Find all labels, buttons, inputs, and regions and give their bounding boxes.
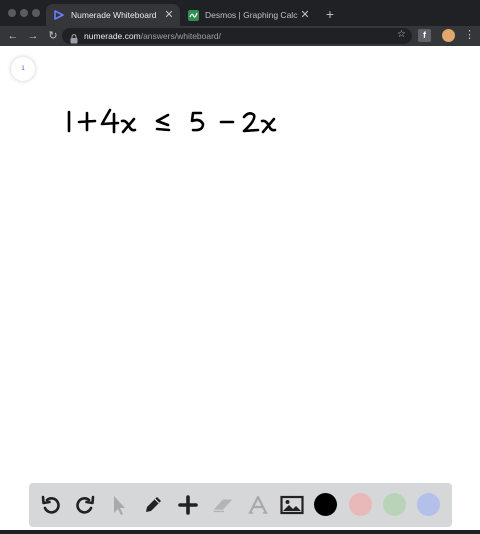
page-number-badge[interactable]: 1	[11, 57, 35, 81]
color-swatch-green[interactable]	[383, 493, 406, 516]
pointer-icon[interactable]	[106, 493, 130, 517]
new-tab-button[interactable]: +	[322, 6, 338, 22]
back-button[interactable]: ←	[6, 29, 20, 43]
close-tab-icon[interactable]: ✕	[162, 8, 176, 22]
tab-title: Numerade Whiteboard	[71, 10, 157, 20]
tab-numerade-whiteboard[interactable]: Numerade Whiteboard ✕	[46, 4, 180, 26]
numerade-logo-icon	[53, 9, 65, 21]
tab-desmos[interactable]: Desmos | Graphing Calculator ✕	[180, 4, 316, 26]
window-bottom-edge	[0, 530, 480, 534]
color-swatch-red[interactable]	[349, 493, 372, 516]
color-swatch-black[interactable]	[314, 493, 337, 516]
handwritten-equation	[67, 108, 277, 134]
tab-strip: Numerade Whiteboard ✕ Desmos | Graphing …	[0, 0, 480, 26]
url-path: /answers/whiteboard/	[140, 31, 222, 41]
bookmark-star-icon[interactable]: ☆	[397, 29, 406, 40]
url-host: numerade.com	[84, 31, 141, 41]
address-bar[interactable]: numerade.com/answers/whiteboard/ ☆	[62, 28, 412, 44]
tab-title: Desmos | Graphing Calculator	[205, 10, 298, 20]
facebook-extension-icon[interactable]: f	[418, 29, 431, 42]
pen-icon[interactable]	[141, 493, 165, 517]
reload-button[interactable]: ↻	[46, 29, 60, 43]
whiteboard-canvas[interactable]: 1	[0, 46, 480, 530]
browser-window: Numerade Whiteboard ✕ Desmos | Graphing …	[0, 0, 480, 534]
close-window-button[interactable]	[8, 9, 16, 17]
forward-button[interactable]: →	[26, 29, 40, 43]
text-icon[interactable]	[246, 493, 270, 517]
lock-icon	[70, 31, 78, 44]
image-icon[interactable]	[280, 493, 304, 517]
eraser-icon[interactable]	[211, 493, 235, 517]
drawing-toolbar	[29, 483, 452, 527]
minimize-window-button[interactable]	[20, 9, 28, 17]
color-swatch-blue[interactable]	[417, 493, 440, 516]
add-icon[interactable]	[176, 493, 200, 517]
close-tab-icon[interactable]: ✕	[298, 8, 312, 22]
browser-menu-icon[interactable]: ⋮	[464, 29, 475, 42]
profile-avatar[interactable]	[442, 29, 455, 42]
redo-icon[interactable]	[73, 493, 97, 517]
browser-toolbar: ← → ↻ numerade.com/answers/whiteboard/ ☆	[0, 26, 480, 46]
url-text: numerade.com/answers/whiteboard/	[84, 31, 221, 41]
desmos-logo-icon	[187, 9, 199, 21]
zoom-window-button[interactable]	[32, 9, 40, 17]
undo-icon[interactable]	[39, 493, 63, 517]
